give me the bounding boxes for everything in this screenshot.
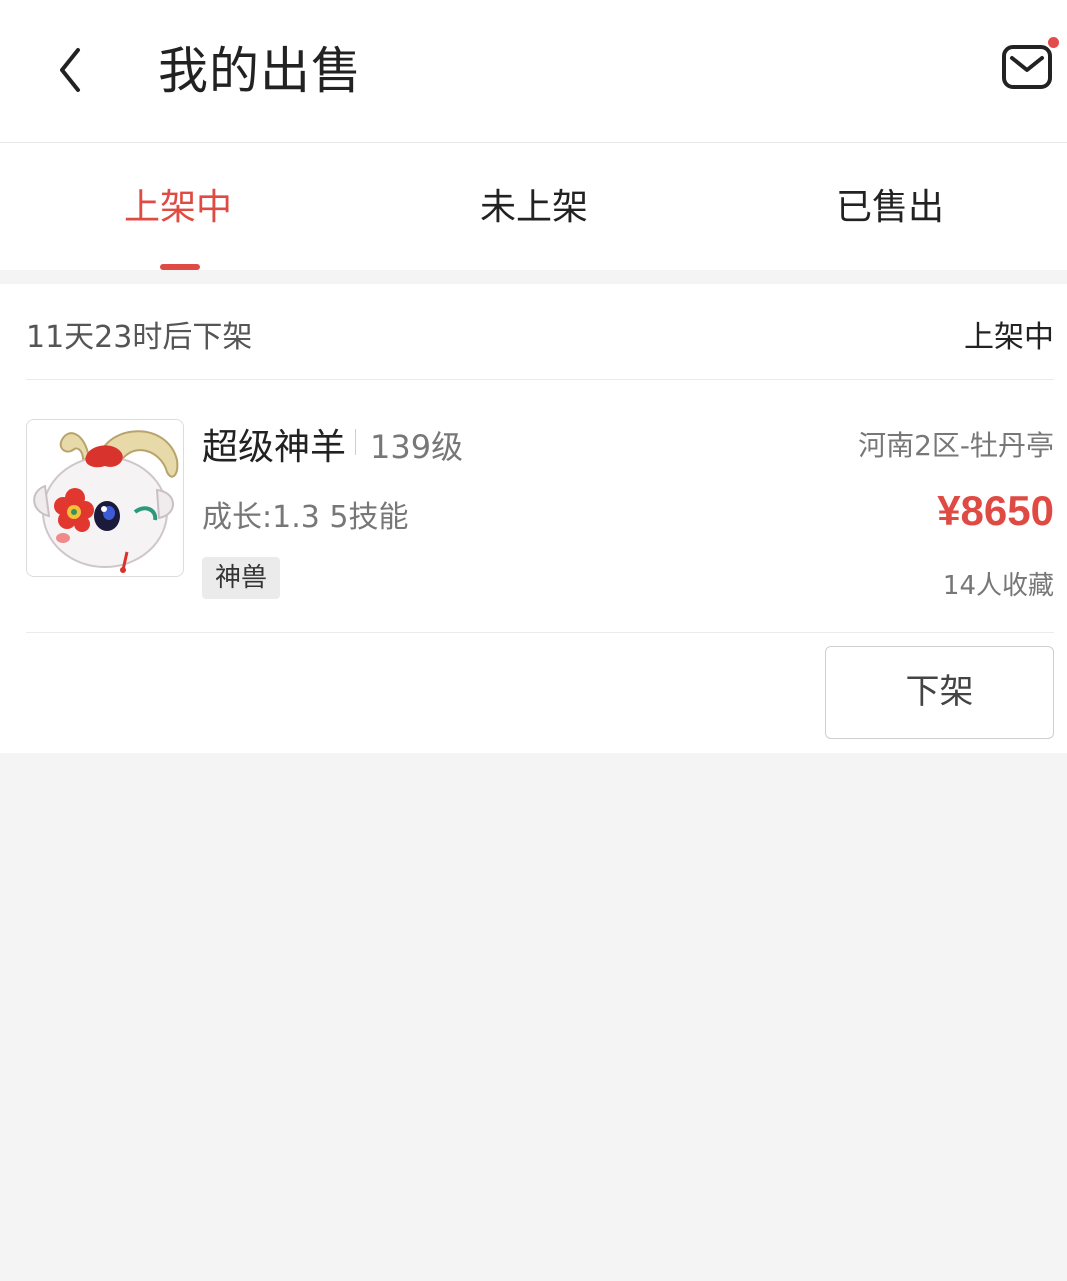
favorites-count: 14人收藏 bbox=[942, 571, 1054, 601]
goat-pet-icon bbox=[33, 430, 179, 573]
price: ¥8650 bbox=[937, 487, 1054, 534]
page-title: 我的出售 bbox=[158, 42, 362, 100]
tab-sold[interactable]: 已售出 bbox=[712, 143, 1067, 270]
pet-type-tag: 神兽 bbox=[202, 557, 281, 599]
mail-button[interactable] bbox=[1000, 44, 1056, 94]
active-tab-indicator bbox=[160, 264, 200, 270]
pet-stats: 成长:1.3 5技能 bbox=[202, 500, 409, 535]
listing-status-row: 11天23时后下架 上架中 bbox=[26, 284, 1054, 380]
unread-badge bbox=[1048, 37, 1059, 48]
back-button[interactable] bbox=[44, 40, 100, 100]
chevron-left-icon bbox=[60, 48, 80, 92]
delist-button[interactable]: 下架 bbox=[825, 646, 1054, 739]
tab-on-sale[interactable]: 上架中 bbox=[0, 143, 356, 270]
mail-icon bbox=[1002, 45, 1052, 89]
card-divider bbox=[26, 632, 1054, 633]
pet-name[interactable]: 超级神羊 bbox=[202, 418, 346, 470]
tab-bar: 上架中 未上架 已售出 bbox=[0, 143, 1067, 270]
app-header: 我的出售 bbox=[0, 0, 1067, 143]
delist-countdown: 11天23时后下架 bbox=[26, 320, 253, 355]
name-divider bbox=[355, 429, 356, 455]
tab-not-listed[interactable]: 未上架 bbox=[356, 143, 712, 270]
pet-level: 139级 bbox=[370, 428, 464, 466]
listing-card: 11天23时后下架 上架中 超级神羊 139级 成长:1.3 5技能 神兽 河南… bbox=[0, 284, 1067, 753]
pet-thumbnail[interactable] bbox=[26, 419, 184, 577]
listing-status: 上架中 bbox=[964, 320, 1054, 355]
server-name: 河南2区-牡丹亭 bbox=[858, 429, 1054, 462]
